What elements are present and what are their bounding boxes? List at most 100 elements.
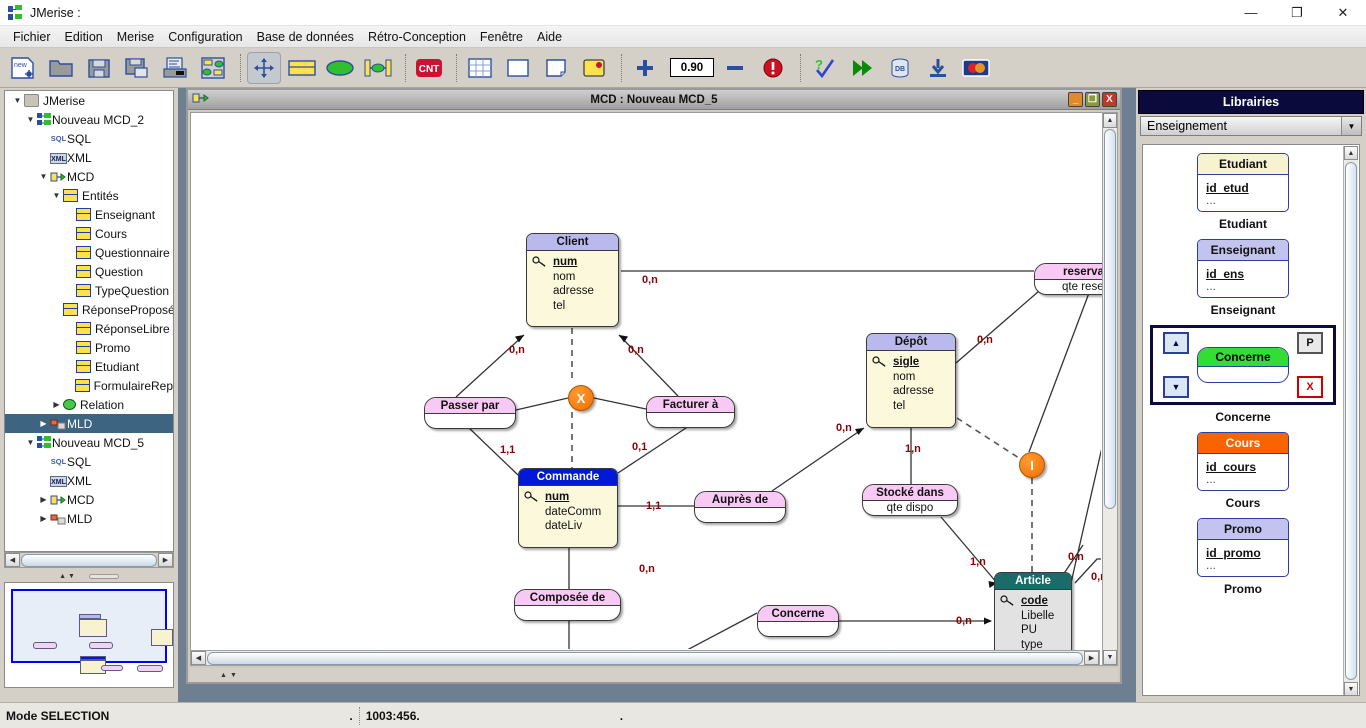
tree-item-jmerise[interactable]: ▼ JMerise: [5, 91, 173, 110]
relation-passer-par[interactable]: Passer par: [424, 397, 516, 429]
cif-node-i[interactable]: I: [1019, 452, 1045, 478]
card-icon[interactable]: [959, 52, 993, 84]
entity-d-p-t[interactable]: Dépôt sigle nom adresse tel: [866, 333, 956, 428]
tree-item-mcd[interactable]: ▶ MCD: [5, 490, 173, 509]
tree-item-typequestion[interactable]: TypeQuestion: [5, 281, 173, 300]
library-delete-button[interactable]: X: [1297, 376, 1323, 398]
mdi-restore-button[interactable]: ❐: [1085, 92, 1100, 107]
library-properties-button[interactable]: P: [1297, 332, 1323, 354]
library-category-select[interactable]: Enseignement ▼: [1140, 116, 1362, 136]
relation-compos-e-de[interactable]: Composée de: [514, 589, 621, 621]
library-entity-preview[interactable]: Cours id_cours...: [1197, 432, 1289, 491]
scroll-thumb[interactable]: [21, 553, 157, 567]
vertical-scroll-thumb[interactable]: [1104, 129, 1116, 509]
tree-twisty[interactable]: ▶: [50, 400, 63, 409]
splitter-down-arrow[interactable]: ▼: [68, 573, 75, 580]
error-icon[interactable]: [756, 52, 790, 84]
libraries-scrollbar[interactable]: ▲ ▼: [1343, 146, 1358, 695]
library-item-enseignant[interactable]: Enseignant id_ens... Enseignant: [1143, 231, 1343, 317]
relation-aupr-s-de[interactable]: Auprès de: [694, 491, 786, 523]
tree-item-r-ponselibre[interactable]: RéponseLibre: [5, 319, 173, 338]
mdi-up-arrow[interactable]: ▲: [220, 672, 227, 679]
tree-twisty[interactable]: ▶: [37, 419, 50, 428]
library-entity-preview[interactable]: Enseignant id_ens...: [1197, 239, 1289, 298]
tree-item-nouveau-mcd-2[interactable]: ▼ Nouveau MCD_2: [5, 110, 173, 129]
tree-item-cours[interactable]: Cours: [5, 224, 173, 243]
entity-client[interactable]: Client num nom adresse tel: [526, 233, 619, 327]
scroll-right-button[interactable]: ▶: [158, 553, 173, 567]
library-move-up-button[interactable]: ▲: [1163, 332, 1189, 354]
chevron-down-icon[interactable]: ▼: [1341, 117, 1361, 135]
library-move-down-button[interactable]: ▼: [1163, 376, 1189, 398]
tree-twisty[interactable]: ▼: [24, 115, 37, 124]
panel-splitter[interactable]: ▲ ▼: [4, 570, 174, 582]
tree-item-nouveau-mcd-5[interactable]: ▼ Nouveau MCD_5: [5, 433, 173, 452]
link-icon[interactable]: [361, 52, 395, 84]
menu-aide[interactable]: Aide: [530, 28, 569, 46]
minimize-button[interactable]: —: [1228, 0, 1274, 26]
library-item-concerne[interactable]: ▲ ▼ Concerne P X Concerne: [1143, 317, 1343, 424]
mdi-down-arrow[interactable]: ▼: [230, 672, 237, 679]
mdi-minimize-button[interactable]: _: [1068, 92, 1083, 107]
scroll-left-button[interactable]: ◀: [191, 651, 206, 665]
new-document-icon[interactable]: new: [6, 52, 40, 84]
library-selected-frame[interactable]: ▲ ▼ Concerne P X: [1150, 325, 1336, 405]
tree-twisty[interactable]: ▼: [50, 191, 63, 200]
splitter-up-arrow[interactable]: ▲: [59, 573, 66, 580]
database-icon[interactable]: DB: [883, 52, 917, 84]
scroll-down-button[interactable]: ▼: [1103, 650, 1117, 665]
print-icon[interactable]: [158, 52, 192, 84]
cif-node-x[interactable]: X: [568, 385, 594, 411]
libraries-list[interactable]: Etudiant id_etud... Etudiant Enseignant id_e…: [1142, 144, 1360, 696]
lib-scroll-up-button[interactable]: ▲: [1344, 146, 1358, 160]
move-tool-icon[interactable]: [247, 51, 281, 84]
note-page-icon[interactable]: [539, 52, 573, 84]
menu-configuration[interactable]: Configuration: [161, 28, 249, 46]
comment-icon[interactable]: [577, 52, 611, 84]
lib-scroll-down-button[interactable]: ▼: [1344, 682, 1358, 695]
menu-merise[interactable]: Merise: [110, 28, 162, 46]
menu-retro-conception[interactable]: Rétro-Conception: [361, 28, 473, 46]
page-icon[interactable]: [501, 52, 535, 84]
close-button[interactable]: ✕: [1320, 0, 1366, 26]
tree-item-sql[interactable]: SQL SQL: [5, 129, 173, 148]
check-icon[interactable]: ?: [807, 52, 841, 84]
project-tree[interactable]: ▼ JMerise ▼ Nouveau MCD_2 SQL SQL XML XML ▼ MCD ▼ E…: [4, 90, 174, 552]
tree-twisty[interactable]: ▼: [24, 438, 37, 447]
tree-item-etudiant[interactable]: Etudiant: [5, 357, 173, 376]
tree-item-sql[interactable]: SQL SQL: [5, 452, 173, 471]
library-entity-preview[interactable]: Etudiant id_etud...: [1197, 153, 1289, 212]
scroll-up-button[interactable]: ▲: [1103, 113, 1117, 128]
relation-concerne[interactable]: Concerne: [757, 605, 839, 637]
library-item-promo[interactable]: Promo id_promo... Promo: [1143, 510, 1343, 596]
grid-icon[interactable]: [463, 52, 497, 84]
tree-twisty[interactable]: ▼: [37, 172, 50, 181]
canvas-horizontal-scrollbar[interactable]: ◀ ▶: [190, 650, 1100, 666]
mcd-diagram-icon[interactable]: [196, 52, 230, 84]
library-relation-preview[interactable]: Concerne: [1197, 347, 1289, 383]
diagram-canvas[interactable]: Client num nom adresse tel Dépôt sigle nom adres…: [191, 113, 1117, 665]
tree-item-xml[interactable]: XML XML: [5, 148, 173, 167]
canvas-vertical-scrollbar[interactable]: ▲ ▼: [1102, 112, 1118, 666]
menu-fenetre[interactable]: Fenêtre: [473, 28, 530, 46]
scroll-right-button[interactable]: ▶: [1084, 651, 1099, 665]
splitter-grip[interactable]: [88, 573, 119, 579]
tree-item-questionnaire[interactable]: Questionnaire: [5, 243, 173, 262]
horizontal-scroll-thumb[interactable]: [207, 651, 1083, 665]
tree-item-relation[interactable]: ▶ Relation: [5, 395, 173, 414]
save-as-icon[interactable]: [120, 52, 154, 84]
maximize-button[interactable]: ❐: [1274, 0, 1320, 26]
lib-scroll-thumb[interactable]: [1345, 162, 1357, 680]
relation-icon[interactable]: [323, 52, 357, 84]
mdi-titlebar[interactable]: MCD : Nouveau MCD_5 _ ❐ X: [188, 90, 1120, 110]
relation-stock-dans[interactable]: Stocké dans qte dispo: [862, 484, 958, 516]
tree-item-xml[interactable]: XML XML: [5, 471, 173, 490]
run-icon[interactable]: [845, 52, 879, 84]
cnt-icon[interactable]: CNT: [412, 52, 446, 84]
tree-item-r-ponsepropos-e[interactable]: RéponseProposée: [5, 300, 173, 319]
menu-fichier[interactable]: Fichier: [6, 28, 58, 46]
zoom-in-icon[interactable]: [628, 52, 662, 84]
tree-item-question[interactable]: Question: [5, 262, 173, 281]
import-icon[interactable]: [921, 52, 955, 84]
tree-item-mld[interactable]: ▶ MLD: [5, 414, 173, 433]
